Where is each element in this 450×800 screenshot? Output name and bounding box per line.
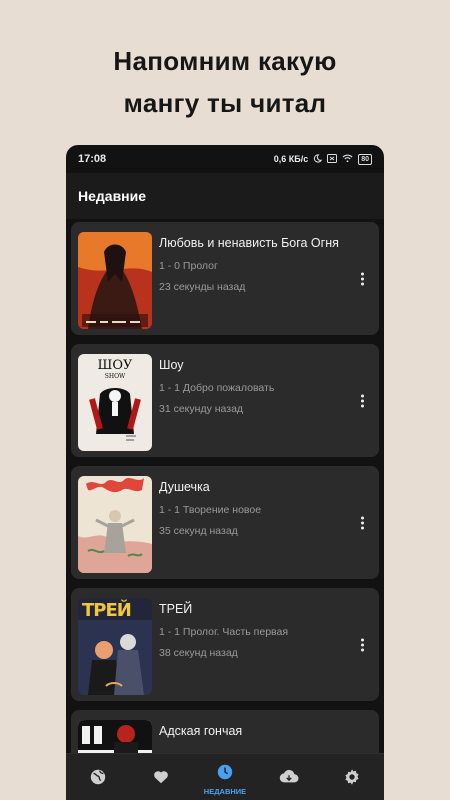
manga-cover — [78, 476, 152, 573]
cover-title: ШОУ — [97, 358, 133, 373]
headline-line-2: мангу ты читал — [123, 88, 327, 118]
page-title: Недавние — [78, 188, 147, 204]
sim-icon — [327, 153, 338, 165]
manga-cover: ТРЕЙ — [78, 598, 152, 695]
more-vert-icon[interactable] — [359, 516, 365, 529]
promo-headline: Напомним какую мангу ты читал — [0, 40, 450, 124]
manga-title: Шоу — [159, 358, 184, 372]
bottom-navigation: НЕДАВНИЕ — [66, 753, 384, 800]
chapter-label: 1 - 1 Творение новое — [159, 504, 262, 516]
gear-icon — [343, 768, 361, 791]
time-ago: 23 секунды назад — [159, 281, 246, 293]
clock-icon — [216, 763, 234, 786]
time-ago: 35 секунд назад — [159, 525, 238, 537]
chapter-label: 1 - 0 Пролог — [159, 260, 218, 272]
cover-title: ТРЕЙ — [82, 600, 132, 621]
wifi-icon — [342, 154, 353, 165]
nav-settings[interactable] — [327, 768, 377, 791]
manga-cover — [78, 232, 152, 329]
list-item[interactable]: Душечка 1 - 1 Творение новое 35 секунд н… — [71, 466, 379, 579]
chapter-label: 1 - 1 Добро пожаловать — [159, 382, 275, 394]
globe-icon — [89, 768, 107, 791]
list-item[interactable]: ТРЕЙ ТРЕЙ 1 - 1 Пролог. Часть первая 38 … — [71, 588, 379, 701]
network-speed: 0,6 КБ/с — [273, 154, 309, 164]
list-item[interactable]: Любовь и ненависть Бога Огня 1 - 0 Проло… — [71, 222, 379, 335]
nav-downloads[interactable] — [264, 768, 314, 791]
status-time: 17:08 — [78, 153, 107, 165]
headline-line-1: Напомним какую — [113, 46, 337, 76]
phone-screen: 17:08 0,6 КБ/с 80 Недавние Любовь и нена… — [66, 145, 384, 800]
battery-icon: 80 — [358, 153, 372, 165]
moon-icon — [313, 153, 323, 165]
manga-title: Душечка — [159, 480, 210, 494]
more-vert-icon[interactable] — [359, 638, 365, 651]
manga-cover: ШОУ SHOW — [78, 354, 152, 451]
nav-recent-label: НЕДАВНИЕ — [203, 787, 247, 796]
nav-browse[interactable] — [73, 768, 123, 791]
more-vert-icon[interactable] — [359, 394, 365, 407]
time-ago: 38 секунд назад — [159, 647, 238, 659]
heart-icon — [152, 768, 170, 791]
manga-title: Адская гончая — [159, 724, 243, 738]
manga-title: ТРЕЙ — [159, 602, 193, 616]
manga-title: Любовь и ненависть Бога Огня — [159, 236, 339, 250]
time-ago: 31 секунду назад — [159, 403, 244, 415]
nav-recent[interactable]: НЕДАВНИЕ — [200, 763, 250, 796]
cover-subtitle: SHOW — [104, 373, 126, 380]
recent-list[interactable]: Любовь и ненависть Бога Огня 1 - 0 Проло… — [66, 221, 384, 800]
chapter-label: 1 - 1 Пролог. Часть первая — [159, 626, 289, 638]
download-icon — [279, 768, 299, 791]
list-item[interactable]: ШОУ SHOW Шоу 1 - 1 Добро пожаловать 31 с… — [71, 344, 379, 457]
status-bar: 17:08 0,6 КБ/с 80 — [66, 145, 384, 173]
more-vert-icon[interactable] — [359, 272, 365, 285]
app-bar: Недавние — [66, 173, 384, 219]
nav-favorites[interactable] — [136, 768, 186, 791]
